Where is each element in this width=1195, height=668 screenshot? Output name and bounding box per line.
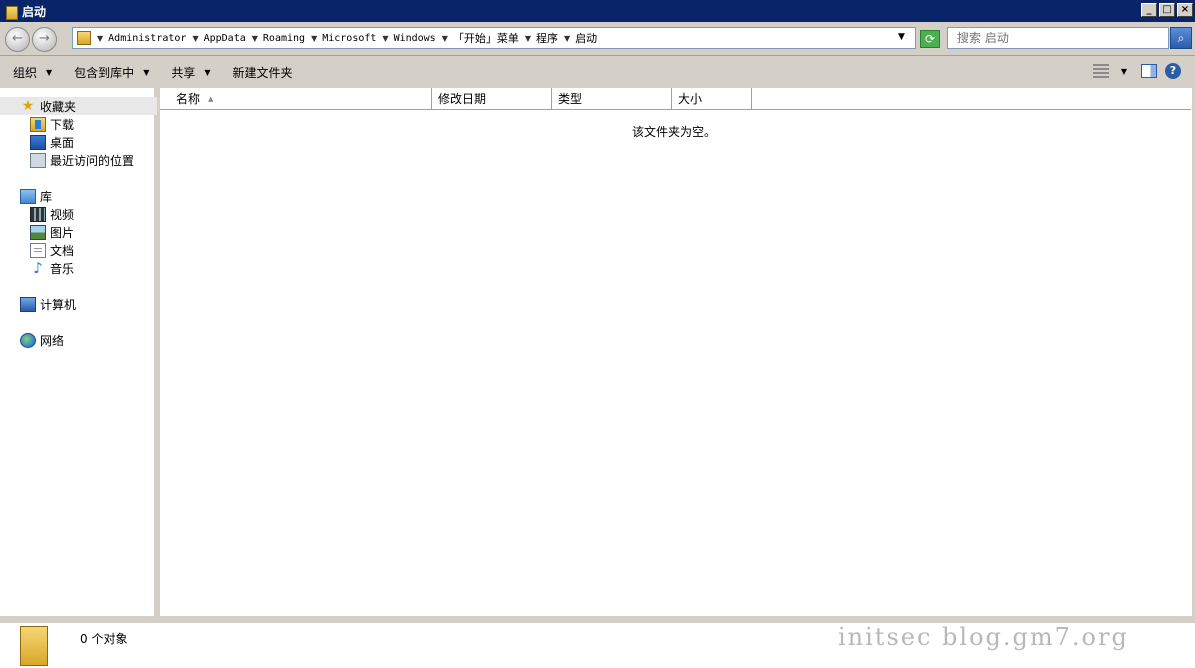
sidebar-item-pictures[interactable]: 图片 bbox=[30, 223, 74, 241]
refresh-icon: ⟳ bbox=[924, 32, 936, 46]
help-icon[interactable]: ? bbox=[1165, 63, 1181, 79]
video-icon bbox=[30, 206, 46, 222]
library-icon bbox=[20, 188, 36, 204]
breadcrumb-item[interactable]: ▼ Administrator bbox=[97, 33, 186, 44]
sort-ascending-icon: ▲ bbox=[208, 94, 214, 103]
sidebar-item-desktop[interactable]: 桌面 bbox=[30, 133, 74, 151]
network-icon bbox=[20, 332, 36, 348]
search-input[interactable] bbox=[947, 27, 1169, 49]
breadcrumb-item[interactable]: ▼ 启动 bbox=[564, 30, 597, 46]
column-header-size[interactable]: 大小 bbox=[672, 88, 752, 110]
breadcrumb-item[interactable]: ▼ AppData bbox=[192, 33, 245, 44]
arrow-right-icon: → bbox=[39, 31, 50, 46]
item-count: 0 个对象 bbox=[80, 632, 128, 646]
empty-folder-message: 该文件夹为空。 bbox=[631, 125, 716, 139]
arrow-left-icon: ← bbox=[12, 31, 23, 46]
recent-places-icon bbox=[30, 152, 46, 168]
preview-pane-icon[interactable] bbox=[1141, 64, 1157, 78]
chevron-down-icon[interactable]: ▼ bbox=[252, 34, 258, 43]
column-header-type[interactable]: 类型 bbox=[552, 88, 672, 110]
include-in-library-button[interactable]: 包含到库中 ▼ bbox=[74, 64, 149, 81]
back-button[interactable]: ← bbox=[5, 27, 30, 52]
breadcrumb-item[interactable]: ▼ 程序 bbox=[525, 30, 558, 46]
chevron-down-icon[interactable]: ▼ bbox=[442, 34, 448, 43]
breadcrumb-item[interactable]: ▼ 「开始」菜单 bbox=[442, 30, 519, 46]
sidebar-item-downloads[interactable]: 下载 bbox=[30, 115, 74, 133]
search-button[interactable]: ⌕ bbox=[1170, 27, 1192, 49]
forward-button[interactable]: → bbox=[32, 27, 57, 52]
sidebar-item-videos[interactable]: 视频 bbox=[30, 205, 74, 223]
computer-icon bbox=[20, 296, 36, 312]
sidebar-item-documents[interactable]: 文档 bbox=[30, 241, 74, 259]
address-bar-area: ← → ▼ Administrator ▼ AppData ▼ Roaming ▼ Mi… bbox=[0, 22, 1195, 56]
share-button[interactable]: 共享 ▼ bbox=[171, 64, 210, 81]
sidebar-item-computer[interactable]: 计算机 bbox=[20, 295, 76, 313]
new-folder-button[interactable]: 新建文件夹 bbox=[233, 64, 293, 81]
organize-button[interactable]: 组织 ▼ bbox=[13, 64, 52, 81]
column-header-modified[interactable]: 修改日期 bbox=[432, 88, 552, 110]
breadcrumb-item[interactable]: ▼ Windows bbox=[382, 33, 435, 44]
chevron-down-icon: ▼ bbox=[46, 67, 53, 77]
search-icon: ⌕ bbox=[1177, 31, 1185, 45]
chevron-down-icon: ▼ bbox=[143, 67, 150, 77]
window-title: 启动 bbox=[22, 4, 47, 19]
star-icon: ★ bbox=[21, 97, 35, 114]
picture-icon bbox=[30, 224, 46, 240]
chevron-down-icon[interactable]: ▼ bbox=[382, 34, 388, 43]
file-list-pane[interactable]: 名称 ▲ 修改日期 类型 大小 该文件夹为空。 bbox=[160, 88, 1195, 616]
chevron-down-icon: ▼ bbox=[204, 67, 211, 77]
sidebar-item-recent[interactable]: 最近访问的位置 bbox=[30, 151, 134, 169]
title-bar: 启动 _ □ × bbox=[0, 0, 1195, 22]
chevron-down-icon[interactable]: ▼ bbox=[1121, 67, 1127, 76]
downloads-folder-icon bbox=[30, 116, 46, 132]
address-input[interactable]: ▼ Administrator ▼ AppData ▼ Roaming ▼ Micros… bbox=[72, 27, 916, 49]
chevron-down-icon[interactable]: ▼ bbox=[192, 34, 198, 43]
folder-icon bbox=[4, 4, 18, 20]
breadcrumb-item[interactable]: ▼ Microsoft bbox=[311, 33, 376, 44]
sidebar-item-music[interactable]: ♪ 音乐 bbox=[30, 259, 74, 277]
window-controls: _ □ × bbox=[1141, 3, 1193, 17]
breadcrumb-item[interactable]: ▼ Roaming bbox=[252, 33, 305, 44]
folder-icon bbox=[20, 626, 48, 666]
watermark-text: initsec blog.gm7.org bbox=[838, 623, 1129, 651]
details-pane: 0 个对象 initsec blog.gm7.org bbox=[0, 619, 1195, 668]
chevron-down-icon[interactable]: ▼ bbox=[311, 34, 317, 43]
sidebar-item-favorites[interactable]: ★ 收藏夹 bbox=[0, 97, 157, 115]
navigation-pane: ★ 收藏夹 下载 桌面 最近访问的位置 库 视频 图片 文档 ♪ 音乐 计算机 网络 bbox=[0, 88, 157, 616]
folder-icon bbox=[77, 31, 91, 45]
column-header-row: 名称 ▲ 修改日期 类型 大小 bbox=[160, 88, 1191, 110]
column-header-name[interactable]: 名称 ▲ bbox=[160, 88, 432, 110]
close-button[interactable]: × bbox=[1177, 3, 1193, 17]
view-controls: ▼ ? bbox=[1092, 63, 1181, 79]
document-icon bbox=[30, 242, 46, 258]
desktop-icon bbox=[30, 134, 46, 150]
sidebar-item-libraries[interactable]: 库 bbox=[20, 187, 52, 205]
chevron-down-icon[interactable]: ▼ bbox=[564, 34, 570, 43]
minimize-button[interactable]: _ bbox=[1141, 3, 1157, 17]
music-note-icon: ♪ bbox=[33, 258, 43, 277]
refresh-button[interactable]: ⟳ bbox=[920, 30, 940, 48]
address-history-dropdown[interactable]: ▼ bbox=[898, 32, 905, 42]
maximize-button[interactable]: □ bbox=[1159, 3, 1175, 17]
chevron-down-icon[interactable]: ▼ bbox=[525, 34, 531, 43]
chevron-down-icon[interactable]: ▼ bbox=[97, 34, 103, 43]
sidebar-item-network[interactable]: 网络 bbox=[20, 331, 64, 349]
command-bar: 组织 ▼ 包含到库中 ▼ 共享 ▼ 新建文件夹 ▼ ? bbox=[0, 57, 1195, 87]
view-options-icon[interactable] bbox=[1092, 64, 1109, 78]
